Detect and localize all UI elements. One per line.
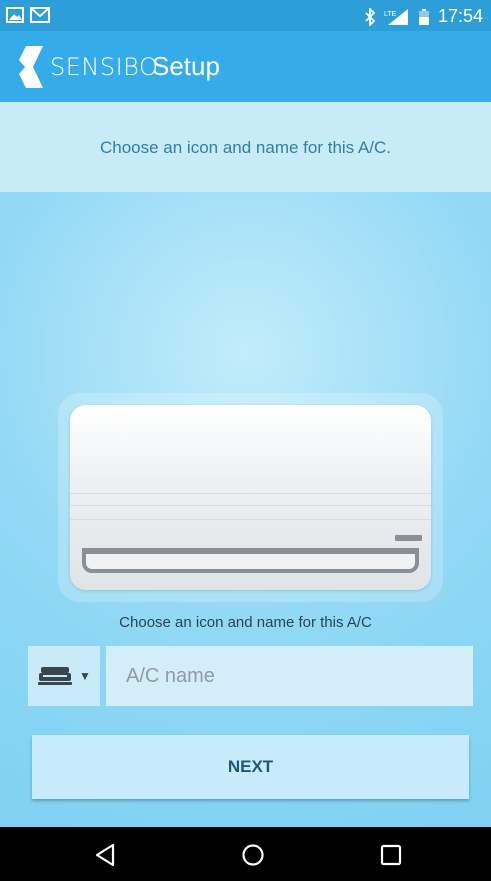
brand-name: SENSIBO bbox=[50, 53, 159, 81]
system-nav-bar bbox=[0, 827, 491, 881]
recents-button[interactable] bbox=[376, 840, 406, 870]
status-indicators: LTE 17:54 bbox=[364, 6, 483, 27]
recents-square-icon bbox=[380, 844, 402, 866]
ac-illustration bbox=[58, 393, 443, 602]
ac-air-vent bbox=[82, 548, 419, 573]
ac-unit-image bbox=[70, 405, 431, 590]
bluetooth-icon bbox=[365, 7, 376, 26]
back-triangle-icon bbox=[95, 843, 115, 867]
battery-icon bbox=[418, 8, 429, 25]
ac-icon-selector[interactable]: ▼ bbox=[28, 646, 100, 706]
back-button[interactable] bbox=[90, 840, 120, 870]
ac-panel-line bbox=[70, 519, 431, 520]
ac-display-indicator bbox=[395, 535, 422, 541]
notification-icons bbox=[6, 6, 50, 24]
sensibo-logo-icon bbox=[19, 46, 43, 88]
chevron-down-icon: ▼ bbox=[79, 669, 91, 683]
signal-lte-icon: LTE bbox=[384, 8, 408, 25]
ac-name-input[interactable] bbox=[106, 646, 473, 706]
next-button[interactable]: NEXT bbox=[32, 735, 469, 799]
page-title: Setup bbox=[152, 51, 220, 81]
home-circle-icon bbox=[242, 844, 264, 866]
status-bar: LTE 17:54 bbox=[0, 0, 491, 31]
svg-text:LTE: LTE bbox=[384, 11, 397, 18]
image-notification-icon bbox=[6, 7, 24, 23]
clock: 17:54 bbox=[437, 6, 483, 26]
gmail-notification-icon bbox=[30, 7, 50, 23]
instruction-banner: Choose an icon and name for this A/C. bbox=[0, 102, 491, 192]
ac-type-icon bbox=[38, 667, 73, 685]
app-bar: SENSIBO Setup bbox=[0, 31, 491, 102]
instruction-text: Choose an icon and name for this A/C. bbox=[99, 138, 392, 157]
form-hint: Choose an icon and name for this A/C bbox=[119, 614, 372, 631]
home-button[interactable] bbox=[238, 840, 268, 870]
setup-screen: LTE 17:54 SENSIBO Setup Choose an icon a… bbox=[0, 0, 491, 881]
ac-panel-line bbox=[70, 493, 431, 494]
ac-panel-line bbox=[70, 505, 431, 506]
